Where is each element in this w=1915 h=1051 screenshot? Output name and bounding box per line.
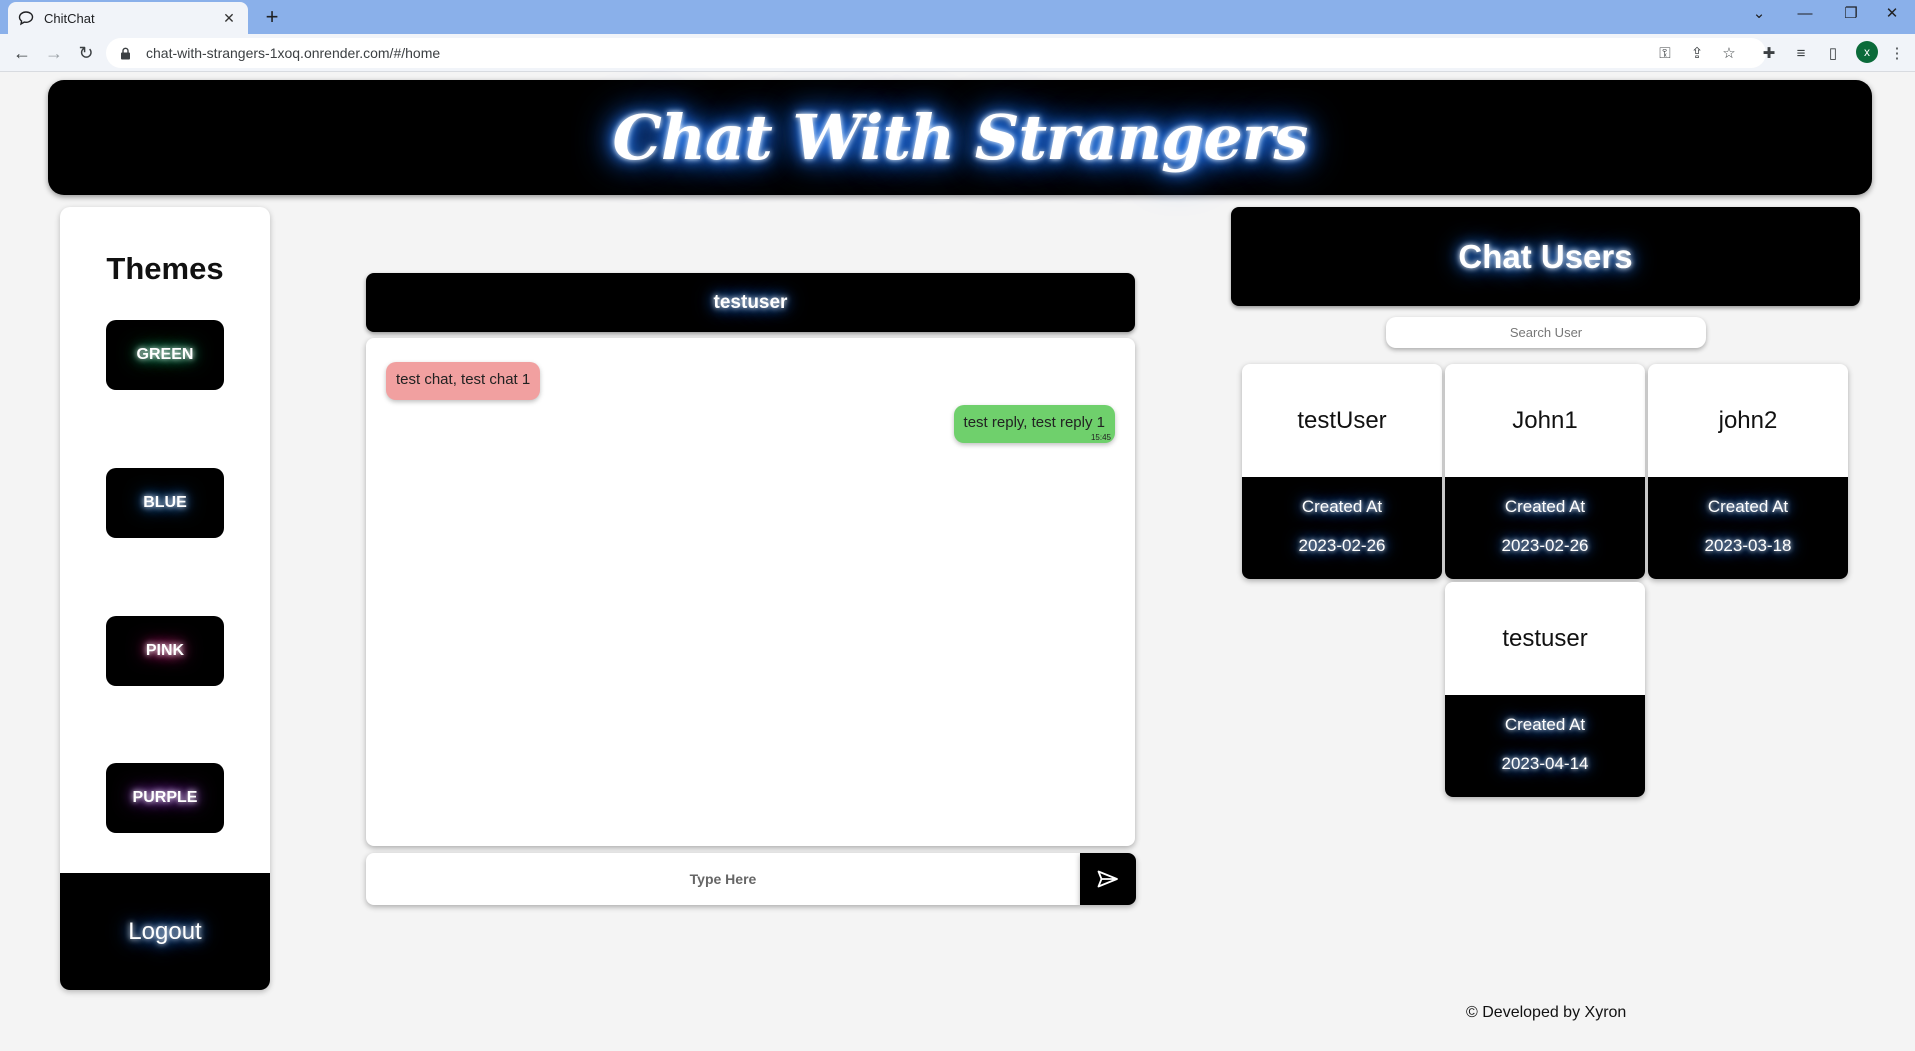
chat-messages-panel[interactable]: test chat, test chat 1 test reply, test … — [366, 338, 1135, 846]
created-at-date: 2023-04-14 — [1501, 754, 1589, 773]
theme-purple-button[interactable]: PURPLE — [106, 763, 224, 833]
lock-icon — [120, 47, 134, 60]
created-at-date: 2023-02-26 — [1501, 536, 1589, 555]
user-card[interactable]: testuser Created At 2023-04-14 — [1445, 582, 1645, 797]
minimize-button[interactable]: — — [1782, 0, 1828, 30]
created-at-label: Created At — [1504, 497, 1586, 516]
user-name: John1 — [1512, 406, 1578, 434]
new-tab-button[interactable]: + — [258, 4, 286, 30]
user-meta: Created At 2023-02-26 — [1445, 477, 1645, 579]
chat-users-header: Chat Users — [1231, 207, 1860, 306]
theme-green-button[interactable]: GREEN — [106, 320, 224, 390]
reload-icon[interactable]: ↻ — [72, 39, 100, 67]
send-button[interactable] — [1080, 853, 1136, 905]
side-panel-icon[interactable]: ▯ — [1823, 43, 1843, 63]
user-name: testUser — [1297, 406, 1387, 434]
created-at-label: Created At — [1707, 497, 1789, 516]
forward-arrow-icon[interactable]: → — [40, 39, 68, 67]
created-at-label: Created At — [1504, 715, 1586, 734]
reading-list-icon[interactable]: ≡ — [1791, 43, 1811, 63]
user-card[interactable]: John1 Created At 2023-02-26 — [1445, 364, 1645, 579]
outgoing-message: test reply, test reply 1 15:45 — [953, 405, 1115, 443]
profile-avatar[interactable]: x — [1856, 41, 1878, 63]
tab-title: ChitChat — [44, 10, 95, 26]
user-meta: Created At 2023-02-26 — [1242, 477, 1442, 579]
site-header: Chat With Strangers — [48, 80, 1872, 195]
user-card[interactable]: testUser Created At 2023-02-26 — [1242, 364, 1442, 579]
message-text: test reply, test reply 1 — [963, 414, 1105, 431]
close-window-button[interactable]: ✕ — [1869, 0, 1915, 30]
browser-tab[interactable]: ChitChat ✕ — [8, 2, 248, 34]
created-at-date: 2023-02-26 — [1298, 536, 1386, 555]
menu-kebab-icon[interactable]: ⋮ — [1887, 43, 1907, 63]
theme-blue-button[interactable]: BLUE — [106, 468, 224, 538]
footer-credit: © Developed by Xyron — [1466, 1004, 1627, 1021]
chat-bubble-icon — [18, 10, 34, 26]
address-bar[interactable]: chat-with-strangers-1xoq.onrender.com/#/… — [106, 38, 1766, 68]
star-icon[interactable]: ☆ — [1719, 43, 1739, 63]
send-icon — [1097, 870, 1118, 888]
message-text: test chat, test chat 1 — [396, 371, 531, 388]
user-name: john2 — [1718, 406, 1778, 434]
themes-panel: Themes GREEN BLUE PINK PURPLE Logout — [60, 207, 270, 990]
user-meta: Created At 2023-03-18 — [1648, 477, 1848, 579]
share-icon[interactable]: ⇪ — [1687, 43, 1707, 63]
browser-toolbar: ← → ↻ chat-with-strangers-1xoq.onrender.… — [0, 34, 1915, 72]
theme-pink-button[interactable]: PINK — [106, 616, 224, 686]
user-meta: Created At 2023-04-14 — [1445, 695, 1645, 797]
user-card[interactable]: john2 Created At 2023-03-18 — [1648, 364, 1848, 579]
logout-button[interactable]: Logout — [60, 873, 270, 990]
browser-tab-strip: ChitChat ✕ + ⌄ — ❐ ✕ — [0, 0, 1915, 34]
themes-title: Themes — [106, 251, 224, 286]
tab-search-icon[interactable]: ⌄ — [1736, 0, 1782, 30]
url-text: chat-with-strangers-1xoq.onrender.com/#/… — [146, 45, 441, 61]
extensions-icon[interactable]: ✚ — [1759, 43, 1779, 63]
incoming-message: test chat, test chat 1 — [386, 362, 541, 400]
chat-username-header: testuser — [366, 273, 1135, 332]
close-tab-icon[interactable]: ✕ — [220, 10, 238, 27]
search-user-input[interactable] — [1386, 317, 1706, 348]
key-icon[interactable]: ⚿ — [1655, 43, 1675, 63]
message-input[interactable] — [366, 853, 1080, 905]
message-time: 15:45 — [1090, 433, 1111, 442]
restore-button[interactable]: ❐ — [1828, 0, 1874, 30]
created-at-date: 2023-03-18 — [1704, 536, 1792, 555]
user-name: testuser — [1502, 624, 1588, 652]
back-arrow-icon[interactable]: ← — [8, 39, 36, 67]
created-at-label: Created At — [1301, 497, 1383, 516]
site-title: Chat With Strangers — [612, 101, 1309, 174]
